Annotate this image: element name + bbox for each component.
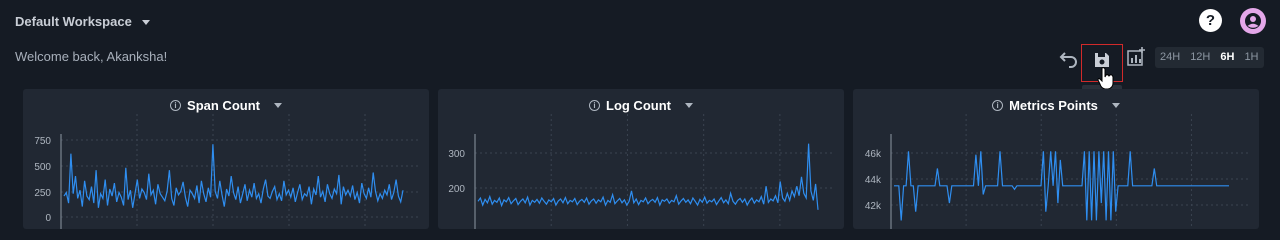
add-chart-icon[interactable] [1126,47,1146,67]
save-button[interactable] [1081,44,1123,82]
help-icon[interactable]: ? [1199,9,1222,32]
y-tick-label: 200 [448,184,465,195]
time-range-selector: 24H 12H 6H 1H [1155,47,1264,68]
user-avatar-icon[interactable] [1240,8,1266,34]
span-count-chart: 750 500 250 0 [34,114,419,229]
y-tick-label: 500 [34,162,51,173]
log-count-panel: i Log Count 300 200 [438,89,844,229]
y-tick-label: 42k [865,201,882,212]
undo-icon[interactable] [1058,48,1080,68]
y-tick-label: 44k [865,175,882,186]
welcome-message: Welcome back, Akanksha! [15,49,168,64]
time-range-6h[interactable]: 6H [1215,47,1239,68]
metrics-points-panel: i Metrics Points 46k 44k 42k [853,89,1259,229]
series-line [63,144,404,208]
series-line [894,151,1229,221]
metrics-points-chart: 46k 44k 42k [865,114,1249,229]
save-icon [1095,53,1109,67]
time-range-24h[interactable]: 24H [1155,47,1185,68]
top-bar: Default Workspace ? [0,0,1280,44]
log-count-chart: 300 200 [448,114,834,229]
y-tick-label: 750 [34,136,51,147]
workspace-selector[interactable]: Default Workspace [15,14,150,29]
time-range-1h[interactable]: 1H [1239,47,1263,68]
workspace-label: Default Workspace [15,14,132,29]
span-count-panel: i Span Count 750 500 250 0 [23,89,429,229]
y-tick-label: 46k [865,149,882,160]
y-tick-label: 0 [45,213,51,224]
series-line [477,143,819,210]
chevron-down-icon [141,20,150,25]
y-tick-label: 250 [34,188,51,199]
time-range-12h[interactable]: 12H [1185,47,1215,68]
y-tick-label: 300 [448,149,465,160]
